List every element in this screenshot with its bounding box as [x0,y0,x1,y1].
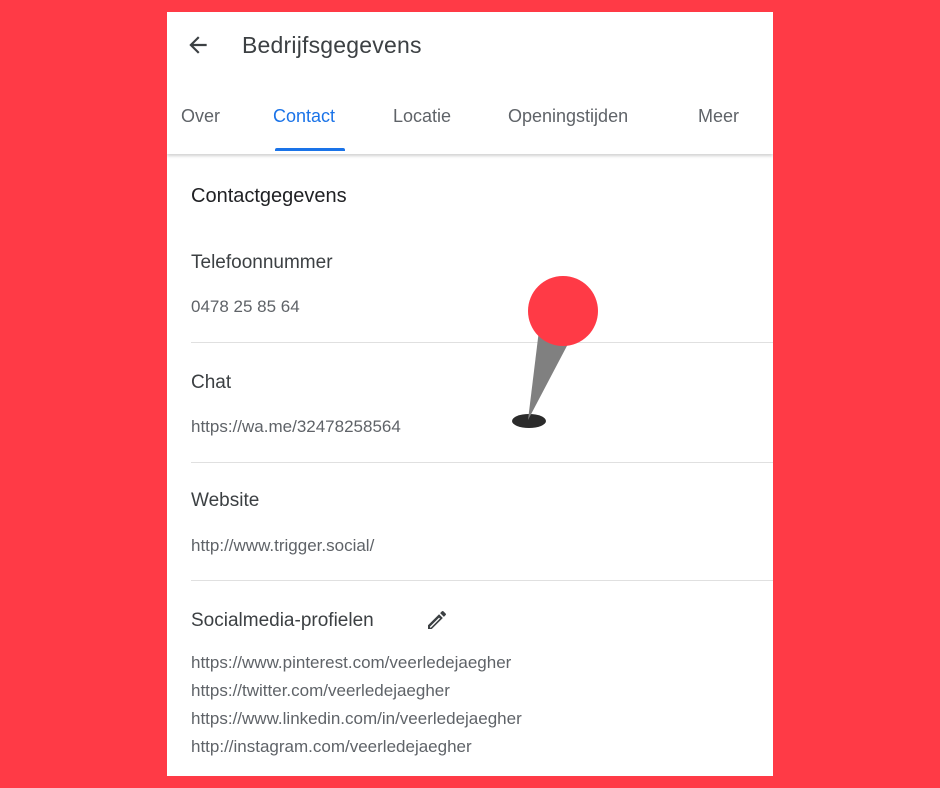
social-link-instagram[interactable]: http://instagram.com/veerledejaegher [191,737,472,757]
social-link-linkedin[interactable]: https://www.linkedin.com/in/veerledejaeg… [191,709,522,729]
page-title: Bedrijfsgegevens [242,32,422,58]
divider [191,462,773,463]
active-tab-indicator [275,148,345,151]
chat-label: Chat [191,372,232,393]
header: Bedrijfsgegevens Over Contact Locatie Op… [167,12,773,154]
phone-value[interactable]: 0478 25 85 64 [191,297,300,317]
tab-meer[interactable]: Meer [698,106,739,127]
pencil-icon[interactable] [425,608,449,632]
chat-value[interactable]: https://wa.me/32478258564 [191,417,401,437]
tab-bar: Over Contact Locatie Openingstijden Meer [167,104,773,154]
tab-over[interactable]: Over [181,106,220,127]
tab-contact[interactable]: Contact [273,106,335,127]
tab-locatie[interactable]: Locatie [393,106,451,127]
divider [191,342,773,343]
divider [191,580,773,581]
social-link-twitter[interactable]: https://twitter.com/veerledejaegher [191,681,450,701]
tab-openingstijden[interactable]: Openingstijden [508,106,628,127]
section-title: Contactgegevens [191,185,347,207]
phone-label: Telefoonnummer [191,252,333,273]
website-label: Website [191,490,260,511]
website-value[interactable]: http://www.trigger.social/ [191,536,374,556]
social-link-pinterest[interactable]: https://www.pinterest.com/veerledejaeghe… [191,653,511,673]
social-profiles-label: Socialmedia-profielen [191,610,374,631]
business-info-panel: Bedrijfsgegevens Over Contact Locatie Op… [167,12,773,776]
arrow-back-icon[interactable] [185,32,211,58]
